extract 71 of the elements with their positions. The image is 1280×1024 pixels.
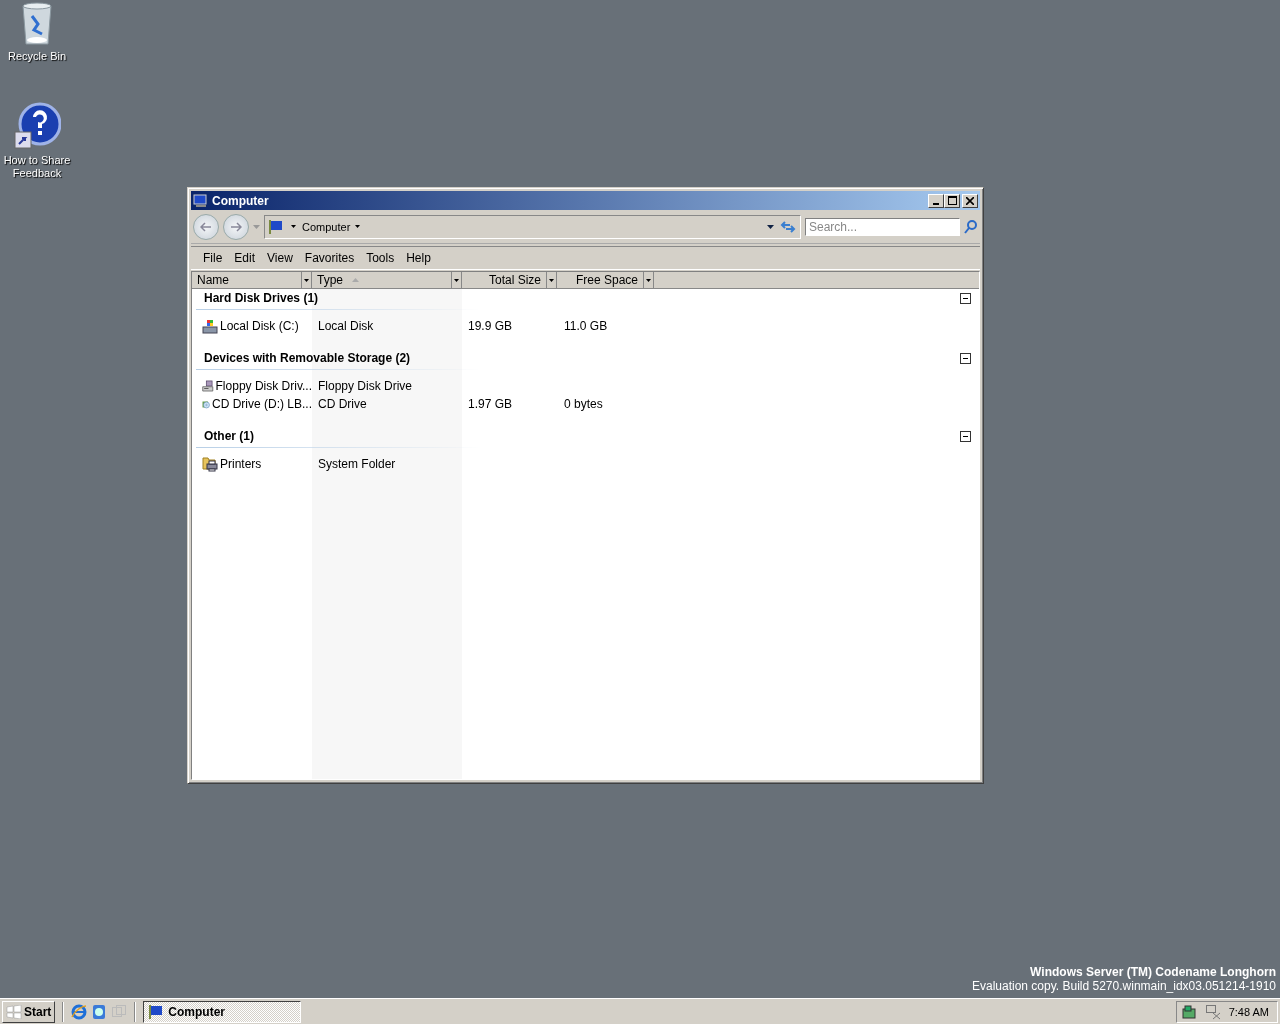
drive-type: System Folder xyxy=(318,457,396,471)
tray-app-icon[interactable] xyxy=(1180,1003,1197,1020)
drive-name[interactable]: Floppy Disk Driv... xyxy=(215,379,312,393)
drive-type: Local Disk xyxy=(318,319,374,333)
column-dropdown-button[interactable] xyxy=(643,272,653,288)
back-arrow-icon xyxy=(200,221,212,232)
column-header[interactable]: Type xyxy=(312,272,451,288)
dropdown-arrow-icon xyxy=(355,225,361,228)
address-bar[interactable]: Computer xyxy=(264,214,801,239)
group-header[interactable]: Other (1) xyxy=(204,429,960,443)
column-header[interactable]: Free Space xyxy=(557,272,643,288)
taskbar-button[interactable]: Computer xyxy=(143,1000,302,1023)
window-title: Computer xyxy=(212,193,270,208)
drive-name[interactable]: Local Disk (C:) xyxy=(220,319,299,333)
window-app-icon[interactable] xyxy=(91,1003,108,1020)
free-space: 0 bytes xyxy=(564,397,603,411)
menu-item[interactable]: Favorites xyxy=(298,251,361,265)
edition-title: Windows Server (TM) Codename Longhorn xyxy=(1030,965,1276,979)
desktop-icon-label: How to Share Feedback xyxy=(2,154,72,180)
dropdown-arrow-icon xyxy=(304,278,309,282)
sort-ascending-icon xyxy=(352,278,359,282)
desktop-icon-label: Recycle Bin xyxy=(6,50,68,63)
menu-item[interactable]: View xyxy=(261,251,299,265)
browser-icon[interactable] xyxy=(71,1003,88,1020)
refresh-icon[interactable] xyxy=(780,219,796,234)
column-dropdown-button[interactable] xyxy=(301,272,311,288)
drive-type: CD Drive xyxy=(318,397,367,411)
forward-arrow-icon xyxy=(230,221,242,232)
dropdown-arrow-icon xyxy=(291,225,296,228)
windows-logo-icon xyxy=(6,1004,22,1019)
drive-name[interactable]: Printers xyxy=(220,457,262,471)
minimize-icon xyxy=(933,202,939,205)
collapse-icon[interactable] xyxy=(960,430,971,442)
address-dropdown-icon[interactable] xyxy=(767,224,774,229)
help-shortcut-icon[interactable] xyxy=(13,102,61,150)
free-space: 11.0 GB xyxy=(564,319,608,333)
drive-name[interactable]: CD Drive (D:) LB... xyxy=(212,397,312,411)
maximize-button[interactable] xyxy=(944,193,960,208)
close-icon xyxy=(966,196,974,205)
group-header[interactable]: Hard Disk Drives (1) xyxy=(204,291,960,305)
network-disconnected-icon[interactable] xyxy=(1204,1003,1221,1020)
search-field[interactable]: Search... xyxy=(805,217,960,236)
group-header[interactable]: Devices with Removable Storage (2) xyxy=(204,351,960,365)
floppy-drive-icon xyxy=(202,378,214,394)
hard-disk-icon xyxy=(202,318,218,334)
drive-type: Floppy Disk Drive xyxy=(318,379,413,393)
menu-item[interactable]: File xyxy=(197,251,229,265)
dropdown-arrow-icon xyxy=(646,278,651,282)
column-dropdown-button[interactable] xyxy=(451,272,461,288)
menu-item[interactable]: Help xyxy=(400,251,437,265)
column-header[interactable]: Name xyxy=(192,272,301,288)
search-icon[interactable] xyxy=(964,219,978,234)
dropdown-arrow-icon xyxy=(549,278,554,282)
close-button[interactable] xyxy=(962,193,978,208)
printer-folder-icon xyxy=(202,456,218,472)
total-size: 1.97 GB xyxy=(468,397,513,411)
clock[interactable]: 7:48 AM xyxy=(1228,1005,1269,1018)
collapse-icon[interactable] xyxy=(960,352,971,364)
menu-item[interactable]: Edit xyxy=(228,251,262,265)
recycle-bin-icon[interactable] xyxy=(20,2,54,46)
breadcrumb[interactable]: Computer xyxy=(302,220,361,233)
column-header[interactable]: Total Size xyxy=(462,272,546,288)
start-button[interactable]: Start xyxy=(2,1000,56,1023)
total-size: 19.9 GB xyxy=(468,319,513,333)
collapse-icon[interactable] xyxy=(960,292,971,304)
dropdown-arrow-icon xyxy=(454,278,459,282)
column-dropdown-button[interactable] xyxy=(546,272,556,288)
minimize-button[interactable] xyxy=(928,193,944,208)
maximize-icon xyxy=(947,196,957,205)
menu-item[interactable]: Tools xyxy=(360,251,401,265)
build-info: Evaluation copy. Build 5270.winmain_idx03.051214-1910 xyxy=(972,979,1276,993)
